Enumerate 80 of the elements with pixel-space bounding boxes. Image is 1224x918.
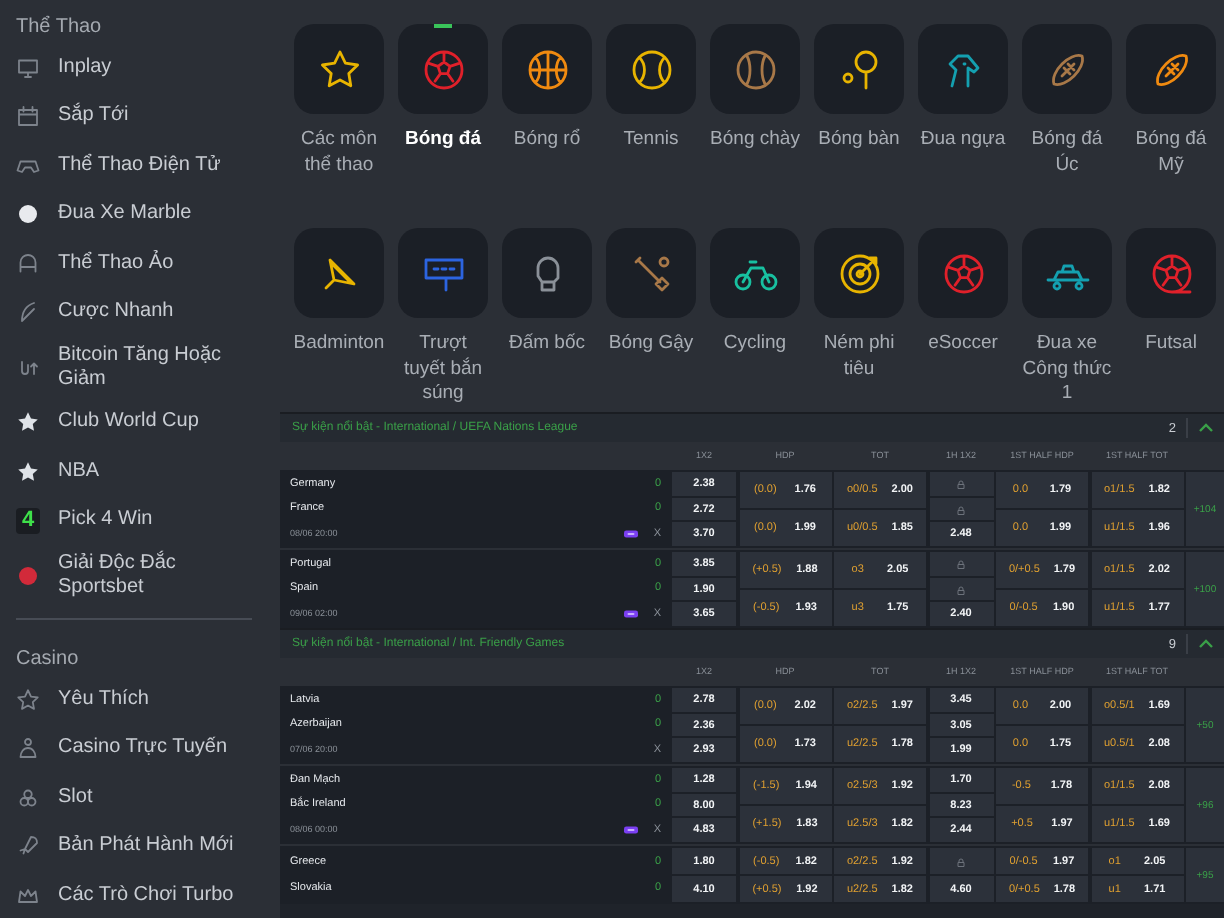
- sidebar-item[interactable]: Các Trò Chơi Turbo: [16, 878, 280, 912]
- seat-icon: [16, 251, 40, 275]
- star-icon: [16, 687, 40, 711]
- sport-label[interactable]: Badminton: [292, 332, 386, 357]
- sport-label[interactable]: eSoccer: [916, 332, 1010, 357]
- sport-tile-button[interactable]: [1126, 24, 1216, 114]
- arrows-icon: [16, 355, 40, 379]
- sport-label[interactable]: Cycling: [708, 332, 802, 357]
- feather-icon: [16, 300, 40, 324]
- sidebar-item[interactable]: 4 Pick 4 Win: [16, 503, 280, 537]
- crown-icon: [16, 883, 40, 907]
- lock-icon: [956, 583, 966, 595]
- sport-tile-button[interactable]: [294, 228, 384, 318]
- lock-icon: [956, 557, 966, 570]
- sidebar-item[interactable]: Inplay: [16, 50, 280, 84]
- sport-label[interactable]: Bóng đá: [396, 128, 490, 153]
- sidebar-item[interactable]: Thể Thao Ảo: [16, 246, 280, 280]
- odds-cell[interactable]: [929, 577, 993, 601]
- sport-label[interactable]: Bóng bàn: [812, 128, 906, 153]
- odds-cell[interactable]: [929, 552, 993, 576]
- sport-label[interactable]: Đua ngựa: [916, 128, 1010, 153]
- sidebar-item[interactable]: Thể Thao Điện Tử: [16, 148, 280, 182]
- star-icon: [315, 45, 363, 93]
- lock-icon: [956, 855, 966, 867]
- sport-label[interactable]: Bóng Gậy: [604, 332, 698, 357]
- monitor-icon: [16, 55, 40, 79]
- sport-label[interactable]: Bóng đá Úc: [1020, 128, 1114, 178]
- sport-tile-button[interactable]: [606, 24, 696, 114]
- sport-tile-button[interactable]: [398, 228, 488, 318]
- basketball-icon: [523, 45, 571, 93]
- sport-label[interactable]: Bóng chày: [708, 128, 802, 153]
- sidebar-item[interactable]: NBA: [16, 454, 280, 488]
- sport-label[interactable]: Trượt tuyết bắn súng: [396, 332, 490, 407]
- sidebar-item[interactable]: Yêu Thích: [16, 682, 280, 716]
- sport-label[interactable]: Futsal: [1124, 332, 1218, 357]
- sidebar-item[interactable]: Giải Độc Đắc Sportsbet: [16, 552, 280, 598]
- sidebar-item[interactable]: Bản Phát Hành Mới: [16, 829, 280, 863]
- sport-tile-button[interactable]: [1022, 24, 1112, 114]
- sport-tile-button[interactable]: [710, 228, 800, 318]
- odds-cell[interactable]: [929, 848, 993, 874]
- sidebar-heading: Casino: [16, 646, 81, 674]
- lock-icon: [956, 477, 966, 490]
- dealer-icon: [16, 736, 40, 760]
- sport-label[interactable]: Đua xe Công thức 1: [1020, 332, 1114, 407]
- dartboard-icon: [835, 249, 883, 297]
- sport-tile-button[interactable]: [502, 228, 592, 318]
- sport-label[interactable]: Ném phi tiêu: [812, 332, 906, 382]
- sidebar-item[interactable]: Sắp Tới: [16, 99, 280, 133]
- sport-tile-button[interactable]: [814, 228, 904, 318]
- sidebar-item[interactable]: Club World Cup: [16, 405, 280, 439]
- sport-label[interactable]: Tennis: [604, 128, 698, 153]
- sport-tile-button[interactable]: [918, 24, 1008, 114]
- sidebar-item[interactable]: Bitcoin Tăng Hoặc Giảm: [16, 344, 280, 390]
- sport-label[interactable]: Các môn thể thao: [292, 128, 386, 178]
- sport-tile-button[interactable]: [918, 228, 1008, 318]
- sport-tile-button[interactable]: [606, 228, 696, 318]
- sport-tile-button[interactable]: [1022, 228, 1112, 318]
- odds-cell[interactable]: [929, 472, 993, 496]
- sport-tile-button[interactable]: [1126, 228, 1216, 318]
- sidebar-item[interactable]: Casino Trực Tuyến: [16, 731, 280, 765]
- baseball-icon: [731, 45, 779, 93]
- sidebar-item[interactable]: Slot: [16, 780, 280, 814]
- sport-tile-button[interactable]: [710, 24, 800, 114]
- sport-tile-button[interactable]: [398, 24, 488, 114]
- star-icon: [16, 459, 40, 483]
- star-icon: [16, 410, 40, 434]
- calendar-icon: [16, 104, 40, 128]
- sidebar-item[interactable]: Cược Nhanh: [16, 295, 280, 329]
- sport-tile-button[interactable]: [294, 24, 384, 114]
- pick-logo-icon: 4: [16, 507, 40, 533]
- sidebar-item[interactable]: Đua Xe Marble: [16, 197, 280, 231]
- sidebar-heading: Thể Thao: [16, 13, 104, 42]
- sport-label[interactable]: Bóng rổ: [500, 128, 594, 153]
- odds-cell[interactable]: [929, 497, 993, 521]
- sport-tile-button[interactable]: [502, 24, 592, 114]
- sport-tile-button[interactable]: [814, 24, 904, 114]
- lock-icon: [956, 503, 966, 515]
- clover-icon: [16, 785, 40, 809]
- sport-label[interactable]: Bóng đá Mỹ: [1124, 128, 1218, 178]
- sport-label[interactable]: Đấm bốc: [500, 332, 594, 357]
